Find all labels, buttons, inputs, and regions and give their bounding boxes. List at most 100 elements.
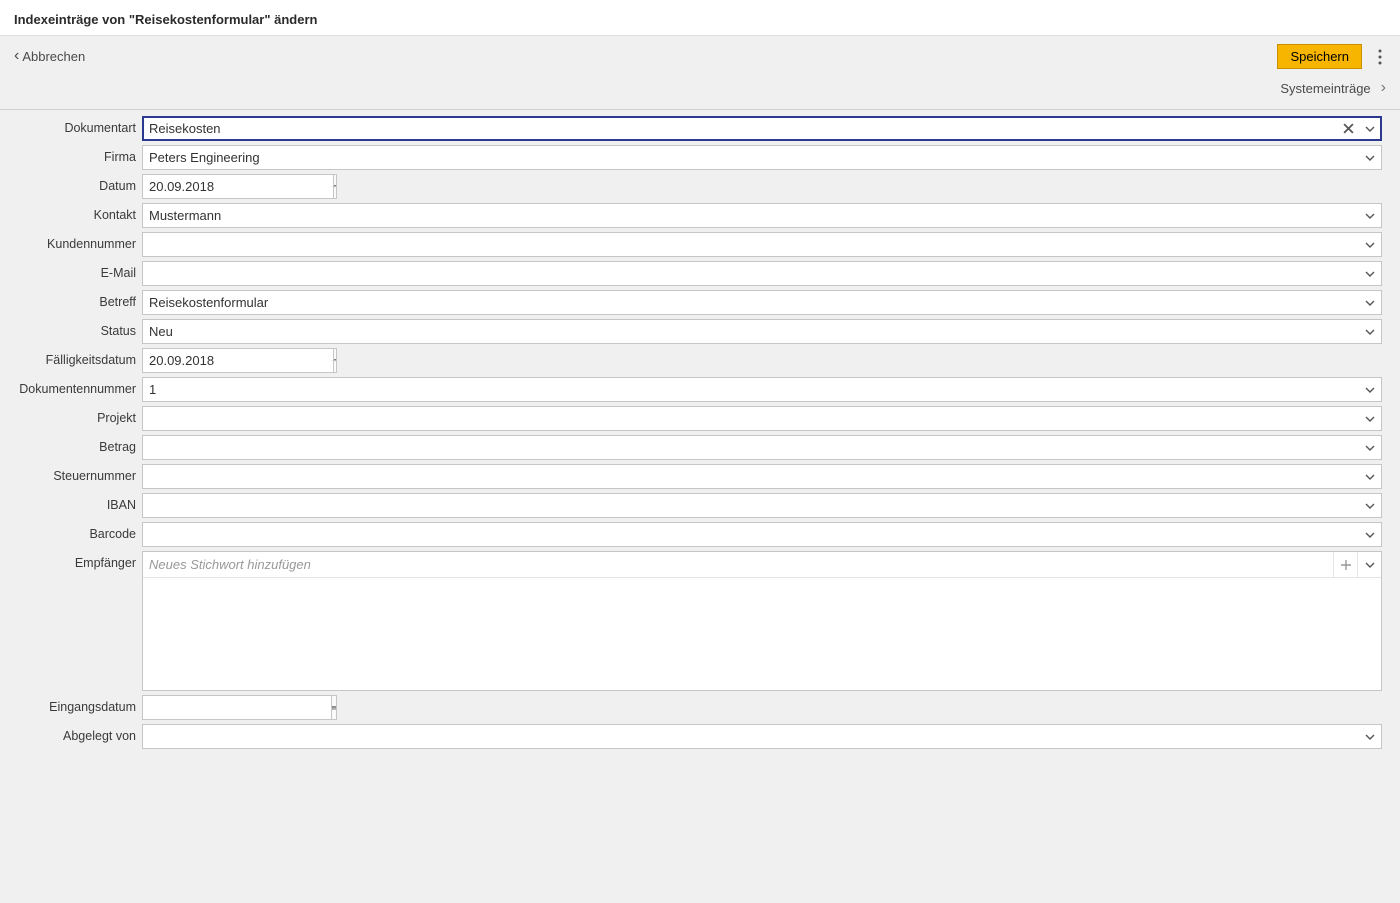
field-wrap (142, 464, 1382, 489)
combobox[interactable] (142, 406, 1382, 431)
combobox-input[interactable] (143, 320, 1359, 343)
date-input[interactable] (143, 175, 331, 198)
clear-icon[interactable] (1337, 117, 1359, 140)
form-row: Empfänger (18, 551, 1382, 691)
page-title: Indexeinträge von "Reisekostenformular" … (0, 2, 1400, 35)
form-row: Status (18, 319, 1382, 344)
header: Indexeinträge von "Reisekostenformular" … (0, 0, 1400, 36)
chevron-down-icon[interactable] (1359, 262, 1381, 285)
calendar-icon[interactable] (333, 349, 336, 372)
form-row: Steuernummer (18, 464, 1382, 489)
form-row: Kundennummer (18, 232, 1382, 257)
toolbar-actions: Speichern (1277, 44, 1388, 69)
combobox[interactable] (142, 290, 1382, 315)
combobox-input[interactable] (143, 233, 1359, 256)
keyword-list (143, 578, 1381, 690)
field-label: E-Mail (18, 261, 136, 280)
field-wrap (142, 551, 1382, 691)
form: Dokumentart Firma Datum Kontakt Kundennummer… (0, 110, 1400, 793)
cancel-label: Abbrechen (22, 49, 85, 64)
chevron-down-icon[interactable] (1359, 204, 1381, 227)
combobox-input[interactable] (143, 146, 1359, 169)
form-row: Fälligkeitsdatum (18, 348, 1382, 373)
combobox-input[interactable] (143, 204, 1359, 227)
combobox-input[interactable] (143, 494, 1359, 517)
field-label: Dokumentennummer (18, 377, 136, 396)
chevron-down-icon[interactable] (1359, 146, 1381, 169)
chevron-down-icon[interactable] (1359, 233, 1381, 256)
chevron-down-icon[interactable] (1357, 552, 1381, 577)
combobox[interactable] (142, 145, 1382, 170)
field-wrap (142, 203, 1382, 228)
combobox[interactable] (142, 464, 1382, 489)
chevron-down-icon[interactable] (1359, 291, 1381, 314)
field-wrap (142, 116, 1382, 141)
field-label: Empfänger (18, 551, 136, 570)
field-label: Betreff (18, 290, 136, 309)
calendar-icon[interactable] (331, 696, 336, 719)
combobox[interactable] (142, 319, 1382, 344)
field-label: Kontakt (18, 203, 136, 222)
date-input[interactable] (143, 349, 331, 372)
cancel-button[interactable]: Abbrechen (12, 44, 87, 68)
field-label: Fälligkeitsdatum (18, 348, 136, 367)
combobox[interactable] (142, 435, 1382, 460)
system-entries-label: Systemeinträge (1280, 81, 1370, 96)
field-label: Eingangsdatum (18, 695, 136, 714)
form-row: Dokumentennummer (18, 377, 1382, 402)
chevron-down-icon[interactable] (1359, 436, 1381, 459)
more-actions-icon[interactable] (1372, 46, 1388, 68)
chevron-down-icon[interactable] (1359, 407, 1381, 430)
combobox-input[interactable] (143, 436, 1359, 459)
chevron-down-icon[interactable] (1359, 725, 1381, 748)
field-label: Betrag (18, 435, 136, 454)
combobox[interactable] (142, 116, 1382, 141)
chevron-down-icon[interactable] (1359, 378, 1381, 401)
field-wrap (142, 377, 1382, 402)
field-wrap (142, 290, 1382, 315)
combobox-input[interactable] (143, 291, 1359, 314)
combobox-input[interactable] (143, 262, 1359, 285)
form-row: Dokumentart (18, 116, 1382, 141)
date-field[interactable] (142, 174, 337, 199)
combobox-input[interactable] (143, 407, 1359, 430)
combobox[interactable] (142, 232, 1382, 257)
form-row: Betreff (18, 290, 1382, 315)
toolbar-right: Speichern Systemeinträge (1277, 44, 1388, 97)
combobox-input[interactable] (143, 725, 1359, 748)
date-field[interactable] (142, 348, 337, 373)
field-wrap (142, 145, 1382, 170)
calendar-icon[interactable] (333, 175, 336, 198)
date-input[interactable] (143, 696, 331, 719)
form-row: Abgelegt von (18, 724, 1382, 749)
combobox[interactable] (142, 522, 1382, 547)
field-wrap (142, 406, 1382, 431)
save-button[interactable]: Speichern (1277, 44, 1362, 69)
combobox-input[interactable] (143, 465, 1359, 488)
system-entries-link[interactable]: Systemeinträge (1280, 79, 1388, 97)
field-label: IBAN (18, 493, 136, 512)
field-label: Status (18, 319, 136, 338)
keyword-input[interactable] (143, 552, 1333, 577)
chevron-down-icon[interactable] (1359, 494, 1381, 517)
combobox[interactable] (142, 261, 1382, 286)
field-wrap (142, 261, 1382, 286)
field-wrap (142, 232, 1382, 257)
combobox[interactable] (142, 203, 1382, 228)
form-row: Datum (18, 174, 1382, 199)
combobox[interactable] (142, 493, 1382, 518)
combobox-input[interactable] (143, 378, 1359, 401)
chevron-down-icon[interactable] (1359, 117, 1381, 140)
field-label: Kundennummer (18, 232, 136, 251)
form-row: Firma (18, 145, 1382, 170)
date-field[interactable] (142, 695, 337, 720)
combobox-input[interactable] (143, 523, 1359, 546)
plus-icon[interactable] (1333, 552, 1357, 577)
chevron-down-icon[interactable] (1359, 465, 1381, 488)
combobox-input[interactable] (143, 117, 1337, 140)
chevron-down-icon[interactable] (1359, 523, 1381, 546)
chevron-down-icon[interactable] (1359, 320, 1381, 343)
combobox[interactable] (142, 724, 1382, 749)
combobox[interactable] (142, 377, 1382, 402)
field-wrap (142, 522, 1382, 547)
